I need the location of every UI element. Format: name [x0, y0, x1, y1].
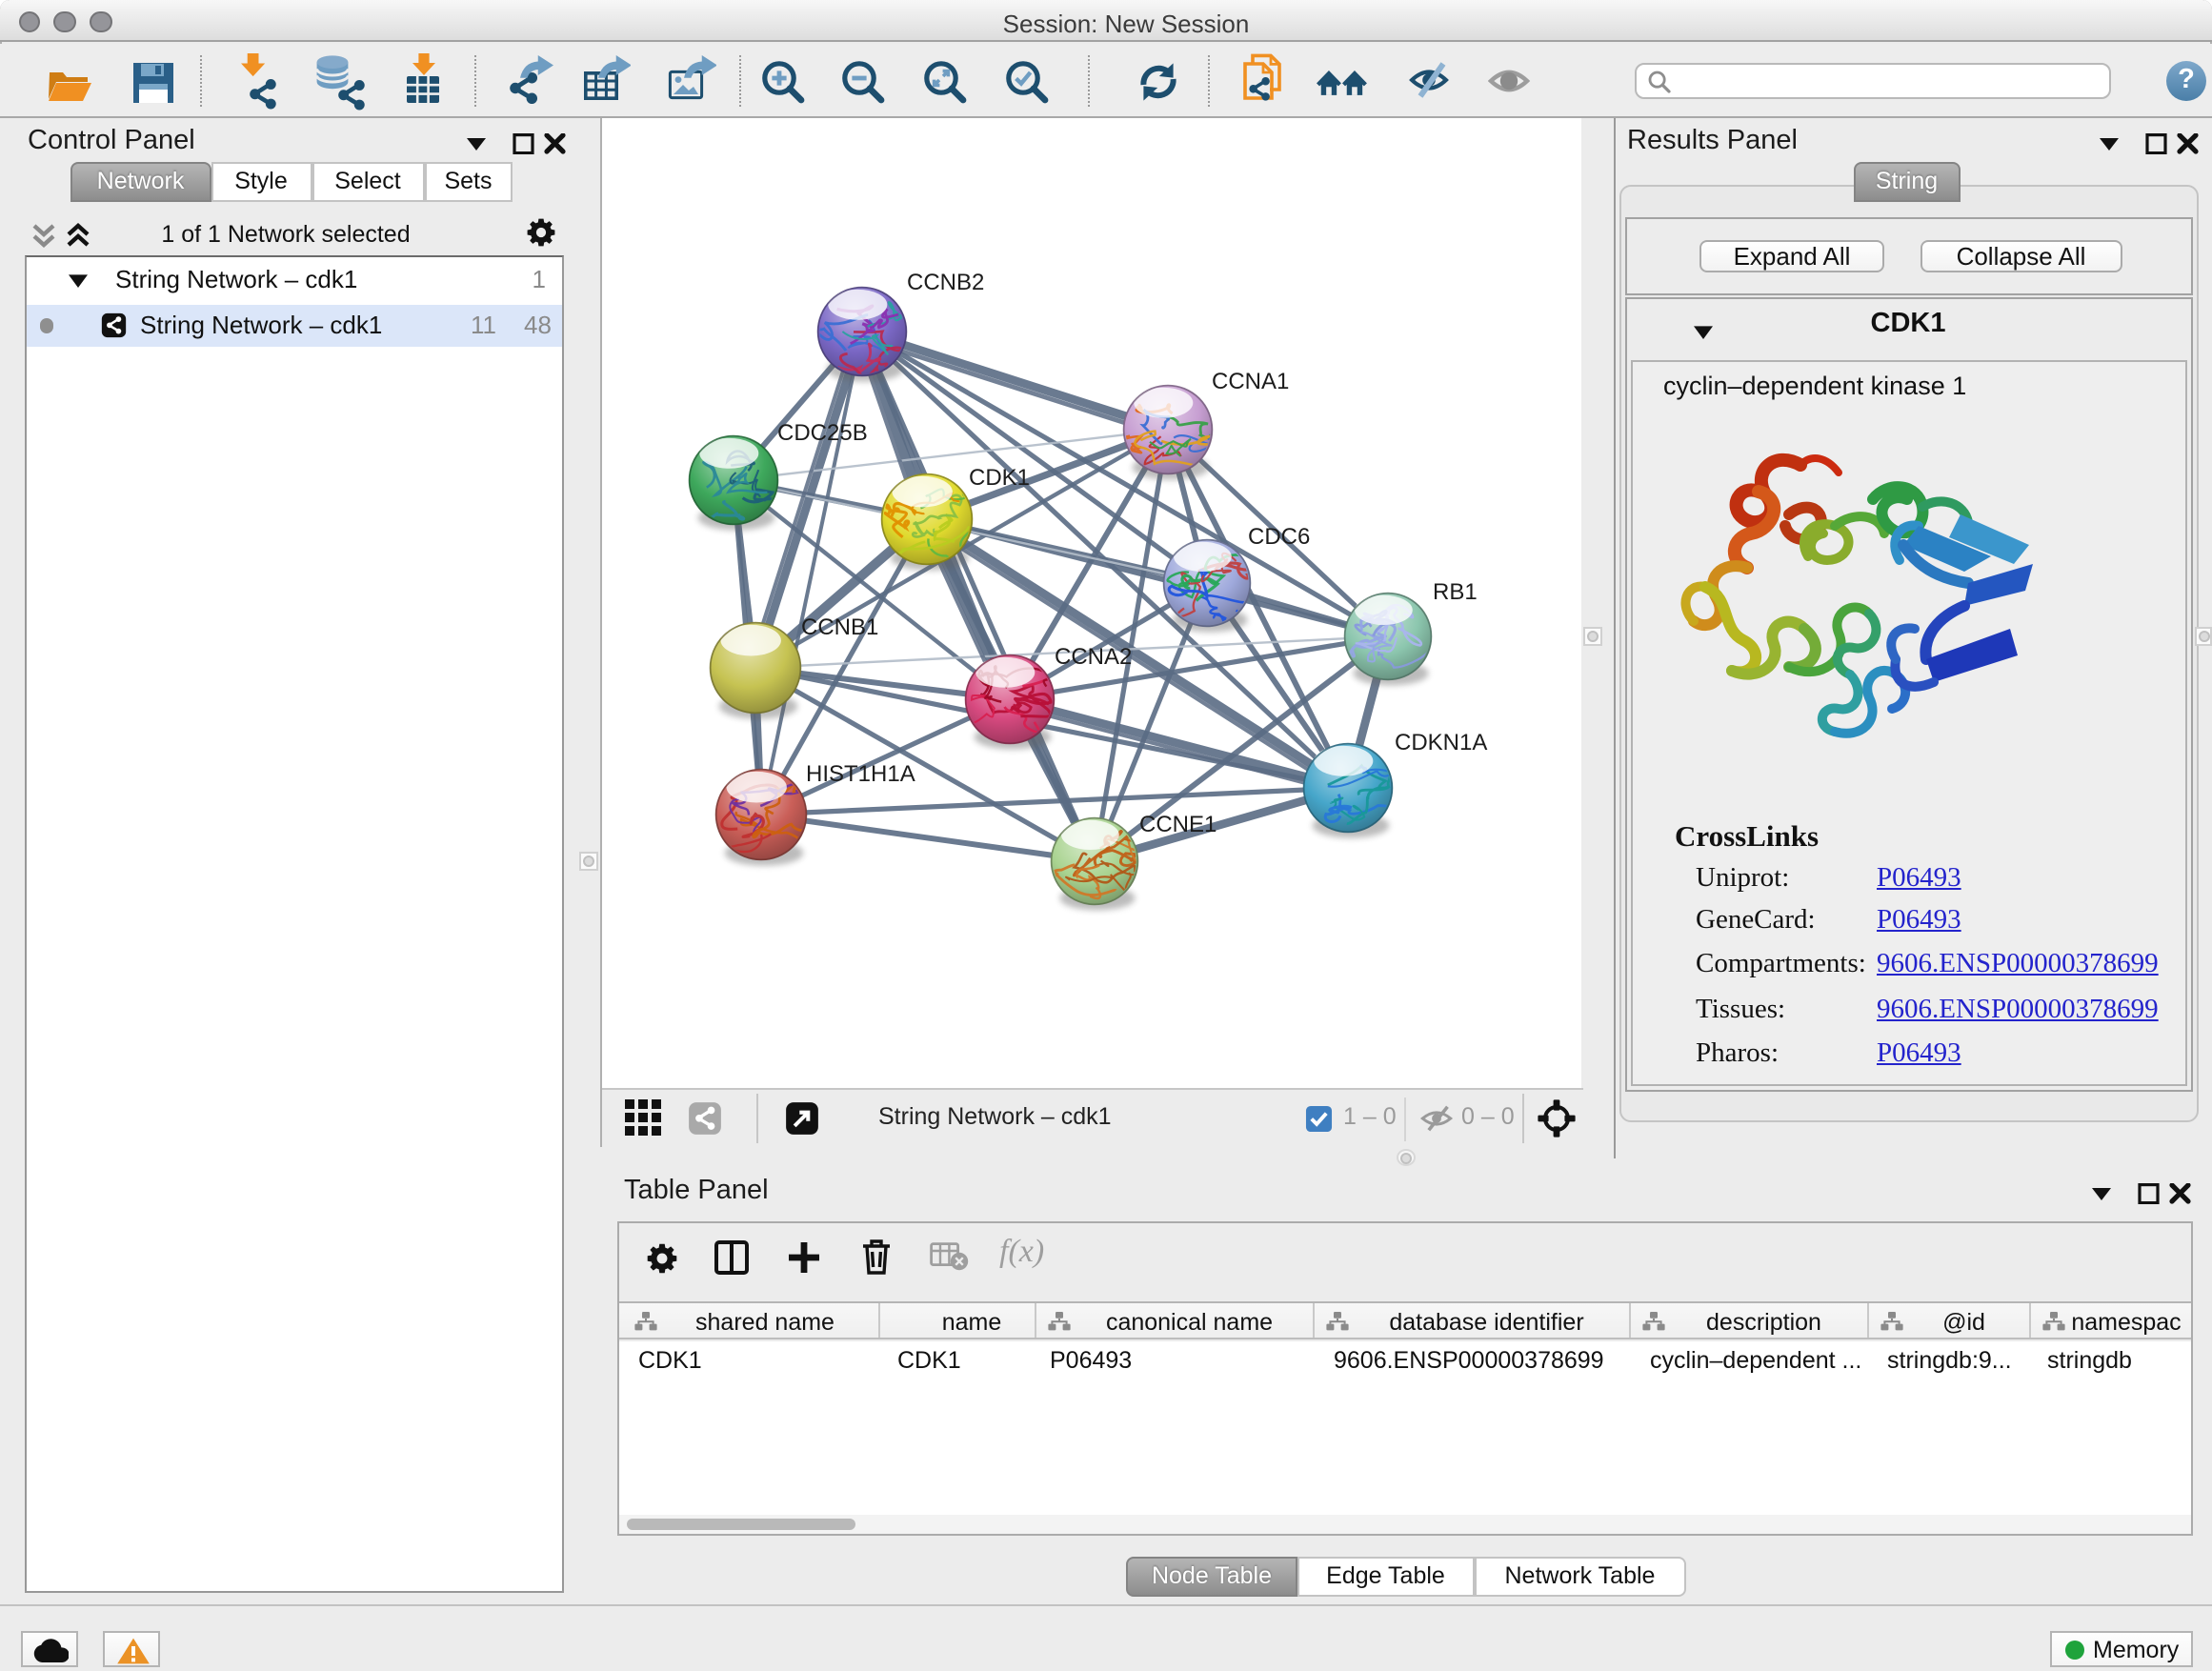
- svg-text:CDC25B: CDC25B: [777, 420, 868, 446]
- svg-text:CDC6: CDC6: [1248, 524, 1310, 550]
- svg-text:HIST1H1A: HIST1H1A: [806, 761, 915, 787]
- svg-text:CCNA1: CCNA1: [1212, 369, 1289, 394]
- svg-text:CCNE1: CCNE1: [1139, 812, 1217, 837]
- svg-text:CDKN1A: CDKN1A: [1395, 730, 1487, 755]
- svg-text:CCNA2: CCNA2: [1055, 644, 1132, 670]
- svg-text:CCNB1: CCNB1: [801, 614, 878, 640]
- svg-text:CDK1: CDK1: [969, 465, 1030, 491]
- svg-text:CCNB2: CCNB2: [907, 270, 984, 295]
- svg-text:RB1: RB1: [1433, 579, 1478, 605]
